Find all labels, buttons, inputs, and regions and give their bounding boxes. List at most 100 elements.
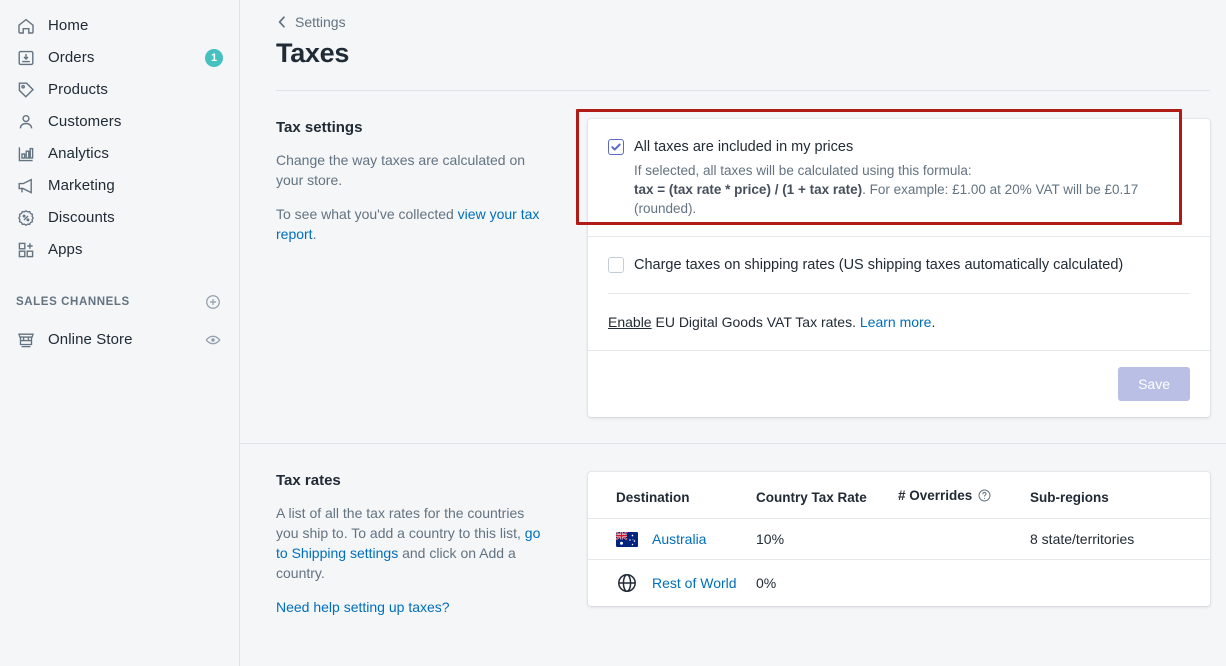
breadcrumb-label: Settings <box>295 14 346 30</box>
tax-rates-desc: A list of all the tax rates for the coun… <box>276 503 548 583</box>
need-help-taxes-link[interactable]: Need help setting up taxes? <box>276 599 450 615</box>
sidebar-item-online-store[interactable]: Online Store <box>8 324 231 356</box>
sidebar-item-analytics[interactable]: Analytics <box>8 138 231 170</box>
table-row[interactable]: Australia 10% 8 state/territories <box>588 518 1210 560</box>
products-tag-icon <box>16 80 36 100</box>
save-button[interactable]: Save <box>1118 367 1190 401</box>
destination-link[interactable]: Australia <box>652 531 706 547</box>
sidebar-item-label: Online Store <box>48 331 133 348</box>
tax-settings-card: All taxes are included in my prices If s… <box>588 119 1210 417</box>
breadcrumb[interactable]: Settings <box>276 14 346 30</box>
shipping-taxes-checkbox[interactable] <box>608 257 624 273</box>
analytics-bar-chart-icon <box>16 144 36 164</box>
table-head: Destination Country Tax Rate # Overrides… <box>588 472 1210 519</box>
shipping-taxes-row: Charge taxes on shipping rates (US shipp… <box>588 237 1210 293</box>
tax-settings-card-wrap: All taxes are included in my prices If s… <box>576 109 1210 417</box>
tax-settings-section: Tax settings Change the way taxes are ca… <box>276 91 1210 417</box>
sidebar-item-label: Orders <box>48 49 95 66</box>
marketing-megaphone-icon <box>16 176 36 196</box>
tax-rates-help: Need help setting up taxes? <box>276 597 548 617</box>
tax-rates-desc-prefix: A list of all the tax rates for the coun… <box>276 505 525 541</box>
included-taxes-help-line2: tax = (tax rate * price) / (1 + tax rate… <box>634 180 1190 218</box>
shipping-taxes-checkbox-line[interactable]: Charge taxes on shipping rates (US shipp… <box>608 255 1190 275</box>
column-sub-regions: Sub-regions <box>1030 472 1210 519</box>
included-taxes-label[interactable]: All taxes are included in my prices <box>634 137 853 157</box>
eu-vat-suffix: . <box>931 314 936 330</box>
sidebar-item-label: Analytics <box>48 145 109 162</box>
plus-circle-icon[interactable] <box>203 292 223 312</box>
cell-sub-regions: 8 state/territories <box>1030 518 1210 560</box>
tax-settings-title: Tax settings <box>276 119 363 136</box>
included-taxes-checkbox[interactable] <box>608 139 624 155</box>
tax-report-prefix: To see what you've collected <box>276 206 458 222</box>
table-row[interactable]: Rest of World 0% <box>588 560 1210 607</box>
tax-rates-card: Destination Country Tax Rate # Overrides… <box>588 472 1210 606</box>
column-overrides-label: # Overrides <box>898 488 973 503</box>
sidebar-item-customers[interactable]: Customers <box>8 106 231 138</box>
home-icon <box>16 16 36 36</box>
online-store-icon <box>16 330 36 350</box>
tax-formula: tax = (tax rate * price) / (1 + tax rate… <box>634 182 863 197</box>
sidebar-item-label: Customers <box>48 113 122 130</box>
app-root: Home Orders 1 Products Customers Analyti… <box>0 0 1226 666</box>
tax-settings-desc-1: Change the way taxes are calculated on y… <box>276 152 526 188</box>
sidebar-item-label: Home <box>48 17 89 34</box>
included-taxes-row: All taxes are included in my prices If s… <box>588 119 1210 236</box>
cell-country-tax-rate: 10% <box>756 518 898 560</box>
cell-destination: Rest of World <box>588 560 756 607</box>
sidebar-item-home[interactable]: Home <box>8 10 231 42</box>
sidebar-item-marketing[interactable]: Marketing <box>8 170 231 202</box>
included-taxes-help: If selected, all taxes will be calculate… <box>634 161 1190 218</box>
globe-icon <box>616 572 638 594</box>
included-taxes-help-line1: If selected, all taxes will be calculate… <box>634 163 972 178</box>
shipping-taxes-label[interactable]: Charge taxes on shipping rates (US shipp… <box>634 255 1123 275</box>
cell-sub-regions <box>1030 560 1210 607</box>
eu-vat-row: Enable EU Digital Goods VAT Tax rates. L… <box>588 294 1210 350</box>
main-content: Settings Taxes Tax settings Change the w… <box>240 0 1226 666</box>
sidebar-item-products[interactable]: Products <box>8 74 231 106</box>
column-country-tax-rate: Country Tax Rate <box>756 472 898 519</box>
table-header-row: Destination Country Tax Rate # Overrides… <box>588 472 1210 519</box>
sidebar: Home Orders 1 Products Customers Analyti… <box>0 0 240 666</box>
cell-destination: Australia <box>588 518 756 560</box>
tax-rates-description: Tax rates A list of all the tax rates fo… <box>276 472 588 617</box>
discounts-percent-icon <box>16 208 36 228</box>
apps-grid-plus-icon <box>16 240 36 260</box>
cell-country-tax-rate: 0% <box>756 575 777 591</box>
sidebar-item-apps[interactable]: Apps <box>8 234 231 266</box>
tax-rates-title: Tax rates <box>276 472 341 489</box>
tax-settings-description: Tax settings Change the way taxes are ca… <box>276 119 588 417</box>
destination-link[interactable]: Rest of World <box>652 575 737 591</box>
eu-vat-text: EU Digital Goods VAT Tax rates. <box>651 314 860 330</box>
tax-rates-table: Destination Country Tax Rate # Overrides… <box>588 472 1210 606</box>
destination-cell: Australia <box>616 531 756 547</box>
tax-report-suffix: . <box>312 226 317 242</box>
tax-settings-footer: Save <box>588 351 1210 417</box>
eu-vat-line: Enable EU Digital Goods VAT Tax rates. L… <box>608 312 1190 332</box>
orders-badge: 1 <box>205 49 223 67</box>
sidebar-item-label: Apps <box>48 241 83 258</box>
tax-rates-card-wrap: Destination Country Tax Rate # Overrides… <box>588 472 1210 617</box>
flag-australia-icon <box>616 531 638 547</box>
eye-icon[interactable] <box>203 330 223 350</box>
sidebar-item-discounts[interactable]: Discounts <box>8 202 231 234</box>
sales-channels-title: SALES CHANNELS <box>16 296 130 308</box>
sidebar-item-label: Discounts <box>48 209 115 226</box>
included-taxes-checkbox-line[interactable]: All taxes are included in my prices <box>608 137 1190 157</box>
tax-rates-section: Tax rates A list of all the tax rates fo… <box>276 444 1210 617</box>
table-body: Australia 10% 8 state/territories Rest o… <box>588 518 1210 607</box>
destination-cell: Rest of World <box>616 572 756 594</box>
page-title: Taxes <box>276 38 350 68</box>
orders-icon <box>16 48 36 68</box>
column-destination: Destination <box>588 472 756 519</box>
question-circle-icon[interactable] <box>977 488 992 506</box>
enable-eu-vat-link[interactable]: Enable <box>608 314 652 330</box>
cell-overrides <box>898 560 1030 607</box>
tax-settings-desc-2: To see what you've collected view your t… <box>276 204 548 244</box>
cell-overrides <box>898 518 1030 560</box>
learn-more-link[interactable]: Learn more <box>860 314 932 330</box>
chevron-left-icon <box>276 15 288 29</box>
sidebar-item-label: Products <box>48 81 108 98</box>
sidebar-item-orders[interactable]: Orders 1 <box>8 42 231 74</box>
